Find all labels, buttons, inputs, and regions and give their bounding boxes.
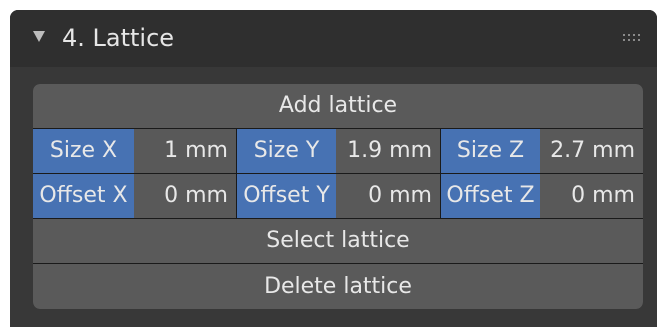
offset-y-field[interactable]: Offset Y 0 mm bbox=[237, 174, 440, 218]
drag-handle-icon[interactable] bbox=[622, 32, 644, 46]
size-x-value: 1 mm bbox=[164, 138, 228, 163]
panel-title: 4. Lattice bbox=[62, 24, 175, 52]
offset-y-value: 0 mm bbox=[368, 183, 432, 208]
lattice-panel: 4. Lattice Add lattice Size X 1 mm Size … bbox=[10, 10, 657, 327]
offset-z-field[interactable]: Offset Z 0 mm bbox=[441, 174, 643, 218]
collapse-arrow-icon[interactable] bbox=[31, 28, 47, 44]
size-x-field[interactable]: Size X 1 mm bbox=[33, 129, 236, 173]
add-lattice-button[interactable]: Add lattice bbox=[33, 84, 643, 128]
size-y-value: 1.9 mm bbox=[347, 138, 432, 163]
size-y-field[interactable]: Size Y 1.9 mm bbox=[237, 129, 440, 173]
lattice-controls: Add lattice Size X 1 mm Size Y 1.9 mm Si… bbox=[33, 84, 643, 309]
offset-y-label: Offset Y bbox=[237, 174, 336, 218]
delete-lattice-button[interactable]: Delete lattice bbox=[33, 264, 643, 309]
panel-header[interactable]: 4. Lattice bbox=[10, 10, 657, 67]
offset-z-value: 0 mm bbox=[571, 183, 635, 208]
size-row: Size X 1 mm Size Y 1.9 mm Size Z 2.7 mm bbox=[33, 129, 643, 173]
size-z-label: Size Z bbox=[441, 129, 540, 173]
size-x-label: Size X bbox=[33, 129, 134, 173]
offset-x-field[interactable]: Offset X 0 mm bbox=[33, 174, 236, 218]
offset-row: Offset X 0 mm Offset Y 0 mm Offset Z 0 m… bbox=[33, 174, 643, 218]
select-lattice-button[interactable]: Select lattice bbox=[33, 219, 643, 263]
size-z-field[interactable]: Size Z 2.7 mm bbox=[441, 129, 643, 173]
size-y-label: Size Y bbox=[237, 129, 336, 173]
offset-x-label: Offset X bbox=[33, 174, 134, 218]
size-z-value: 2.7 mm bbox=[550, 138, 635, 163]
offset-z-label: Offset Z bbox=[441, 174, 540, 218]
offset-x-value: 0 mm bbox=[164, 183, 228, 208]
